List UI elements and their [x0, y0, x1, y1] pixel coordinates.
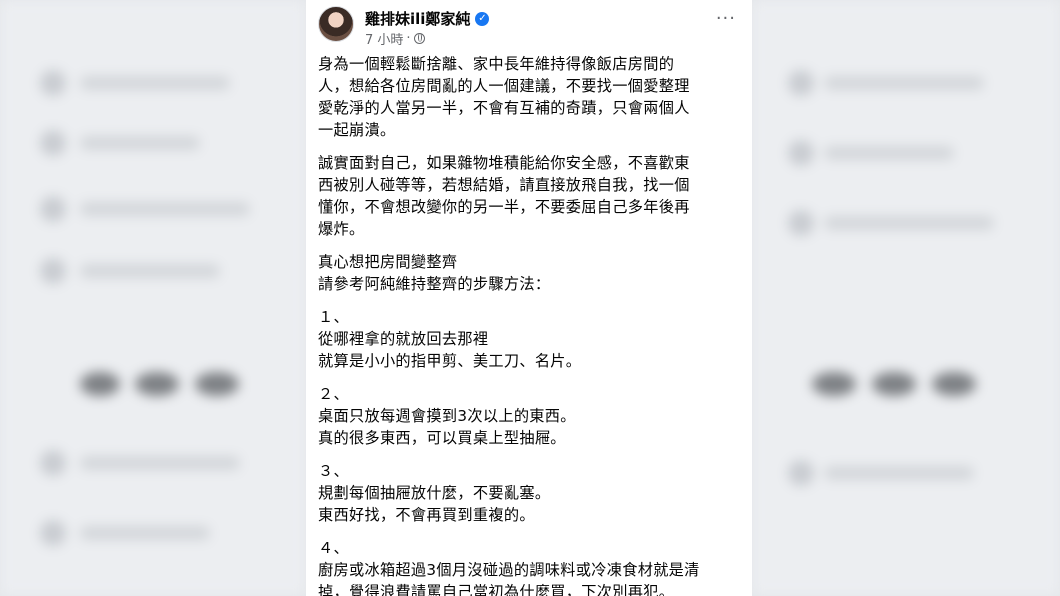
post-text-line: 愛乾淨的人當另一半，不會有互補的奇蹟，只會兩個人: [318, 99, 690, 117]
post-paragraph: ３、規劃每個抽屜放什麼，不要亂塞。 東西好找，不會再買到重複的。: [318, 460, 728, 526]
facebook-post: 雞排妹ili鄭家純 ✓ 7 小時 · ··· 身為一個輕鬆斷捨離、家中長年維持得…: [306, 0, 752, 596]
post-paragraph: ４、廚房或冰箱超過3個月沒碰過的調味料或冷凍食材就是清掉，覺得浪費請罵自己當初為…: [318, 537, 728, 596]
post-meta: 7 小時 ·: [365, 29, 425, 48]
post-text-line: 懂你，不會想改變你的另一半，不要委屈自己多年後再: [318, 198, 690, 216]
post-text-line: 廚房或冰箱超過3個月沒碰過的調味料或冷凍食材就是清: [318, 561, 700, 579]
post-text-line: 從哪裡拿的就放回去那裡: [318, 330, 489, 348]
post-text-line: 東西好找，不會再買到重複的。: [318, 506, 535, 524]
screenshot-stage: 雞排妹ili鄭家純 ✓ 7 小時 · ··· 身為一個輕鬆斷捨離、家中長年維持得…: [0, 0, 1060, 596]
post-text-line: ２、: [318, 385, 349, 403]
post-text-line: 誠實面對自己，如果雜物堆積能給你安全感，不喜歡東: [318, 154, 690, 172]
post-text-line: 爆炸。: [318, 220, 365, 238]
post-timestamp[interactable]: 7 小時: [365, 29, 403, 48]
blurred-right-background: [752, 0, 1060, 596]
post-paragraph: １、從哪裡拿的就放回去那裡就算是小小的指甲剪、美工刀、名片。: [318, 306, 728, 372]
post-text-line: １、: [318, 308, 349, 326]
post-body: 身為一個輕鬆斷捨離、家中長年維持得像飯店房間的 人，想給各位房間亂的人一個建議，不…: [318, 53, 728, 596]
author-row: 雞排妹ili鄭家純 ✓: [365, 8, 490, 29]
author-avatar[interactable]: [318, 6, 354, 42]
post-text-line: 人，想給各位房間亂的人一個建議，不要找一個愛整理: [318, 77, 690, 95]
more-options-icon[interactable]: ···: [716, 10, 736, 28]
post-text-line: 請參考阿純維持整齊的步驟方法：: [318, 275, 551, 293]
post-header: 雞排妹ili鄭家純 ✓ 7 小時 · ···: [318, 6, 740, 48]
post-text-line: ３、: [318, 462, 349, 480]
blurred-left-background: [0, 0, 306, 596]
post-text-line: 真的很多東西，可以買桌上型抽屜。: [318, 429, 566, 447]
post-text-line: 西被別人碰等等，若想結婚，請直接放飛自我，找一個: [318, 176, 690, 194]
post-text-line: 規劃每個抽屜放什麼，不要亂塞。: [318, 484, 551, 502]
author-name[interactable]: 雞排妹ili鄭家純: [365, 8, 470, 29]
post-text-line: 真心想把房間變整齊: [318, 253, 458, 271]
post-text-line: 身為一個輕鬆斷捨離、家中長年維持得像飯店房間的: [318, 55, 675, 73]
post-paragraph: 真心想把房間變整齊請參考阿純維持整齊的步驟方法：: [318, 251, 728, 295]
post-text-line: 桌面只放每週會摸到3次以上的東西。: [318, 407, 576, 425]
globe-icon: [413, 33, 425, 44]
post-paragraph: ２、桌面只放每週會摸到3次以上的東西。 真的很多東西，可以買桌上型抽屜。: [318, 383, 728, 449]
post-text-line: 掉，覺得浪費請罵自己當初為什麼買，下次別再犯。: [318, 583, 675, 596]
post-text-line: 一起崩潰。: [318, 121, 396, 139]
post-paragraph: 誠實面對自己，如果雜物堆積能給你安全感，不喜歡東 西被別人碰等等，若想結婚，請直接…: [318, 152, 728, 240]
meta-separator: ·: [406, 31, 411, 46]
verified-badge-icon: ✓: [475, 11, 490, 26]
post-text-line: 就算是小小的指甲剪、美工刀、名片。: [318, 352, 582, 370]
post-text-line: ４、: [318, 539, 349, 557]
post-paragraph: 身為一個輕鬆斷捨離、家中長年維持得像飯店房間的 人，想給各位房間亂的人一個建議，不…: [318, 53, 728, 141]
